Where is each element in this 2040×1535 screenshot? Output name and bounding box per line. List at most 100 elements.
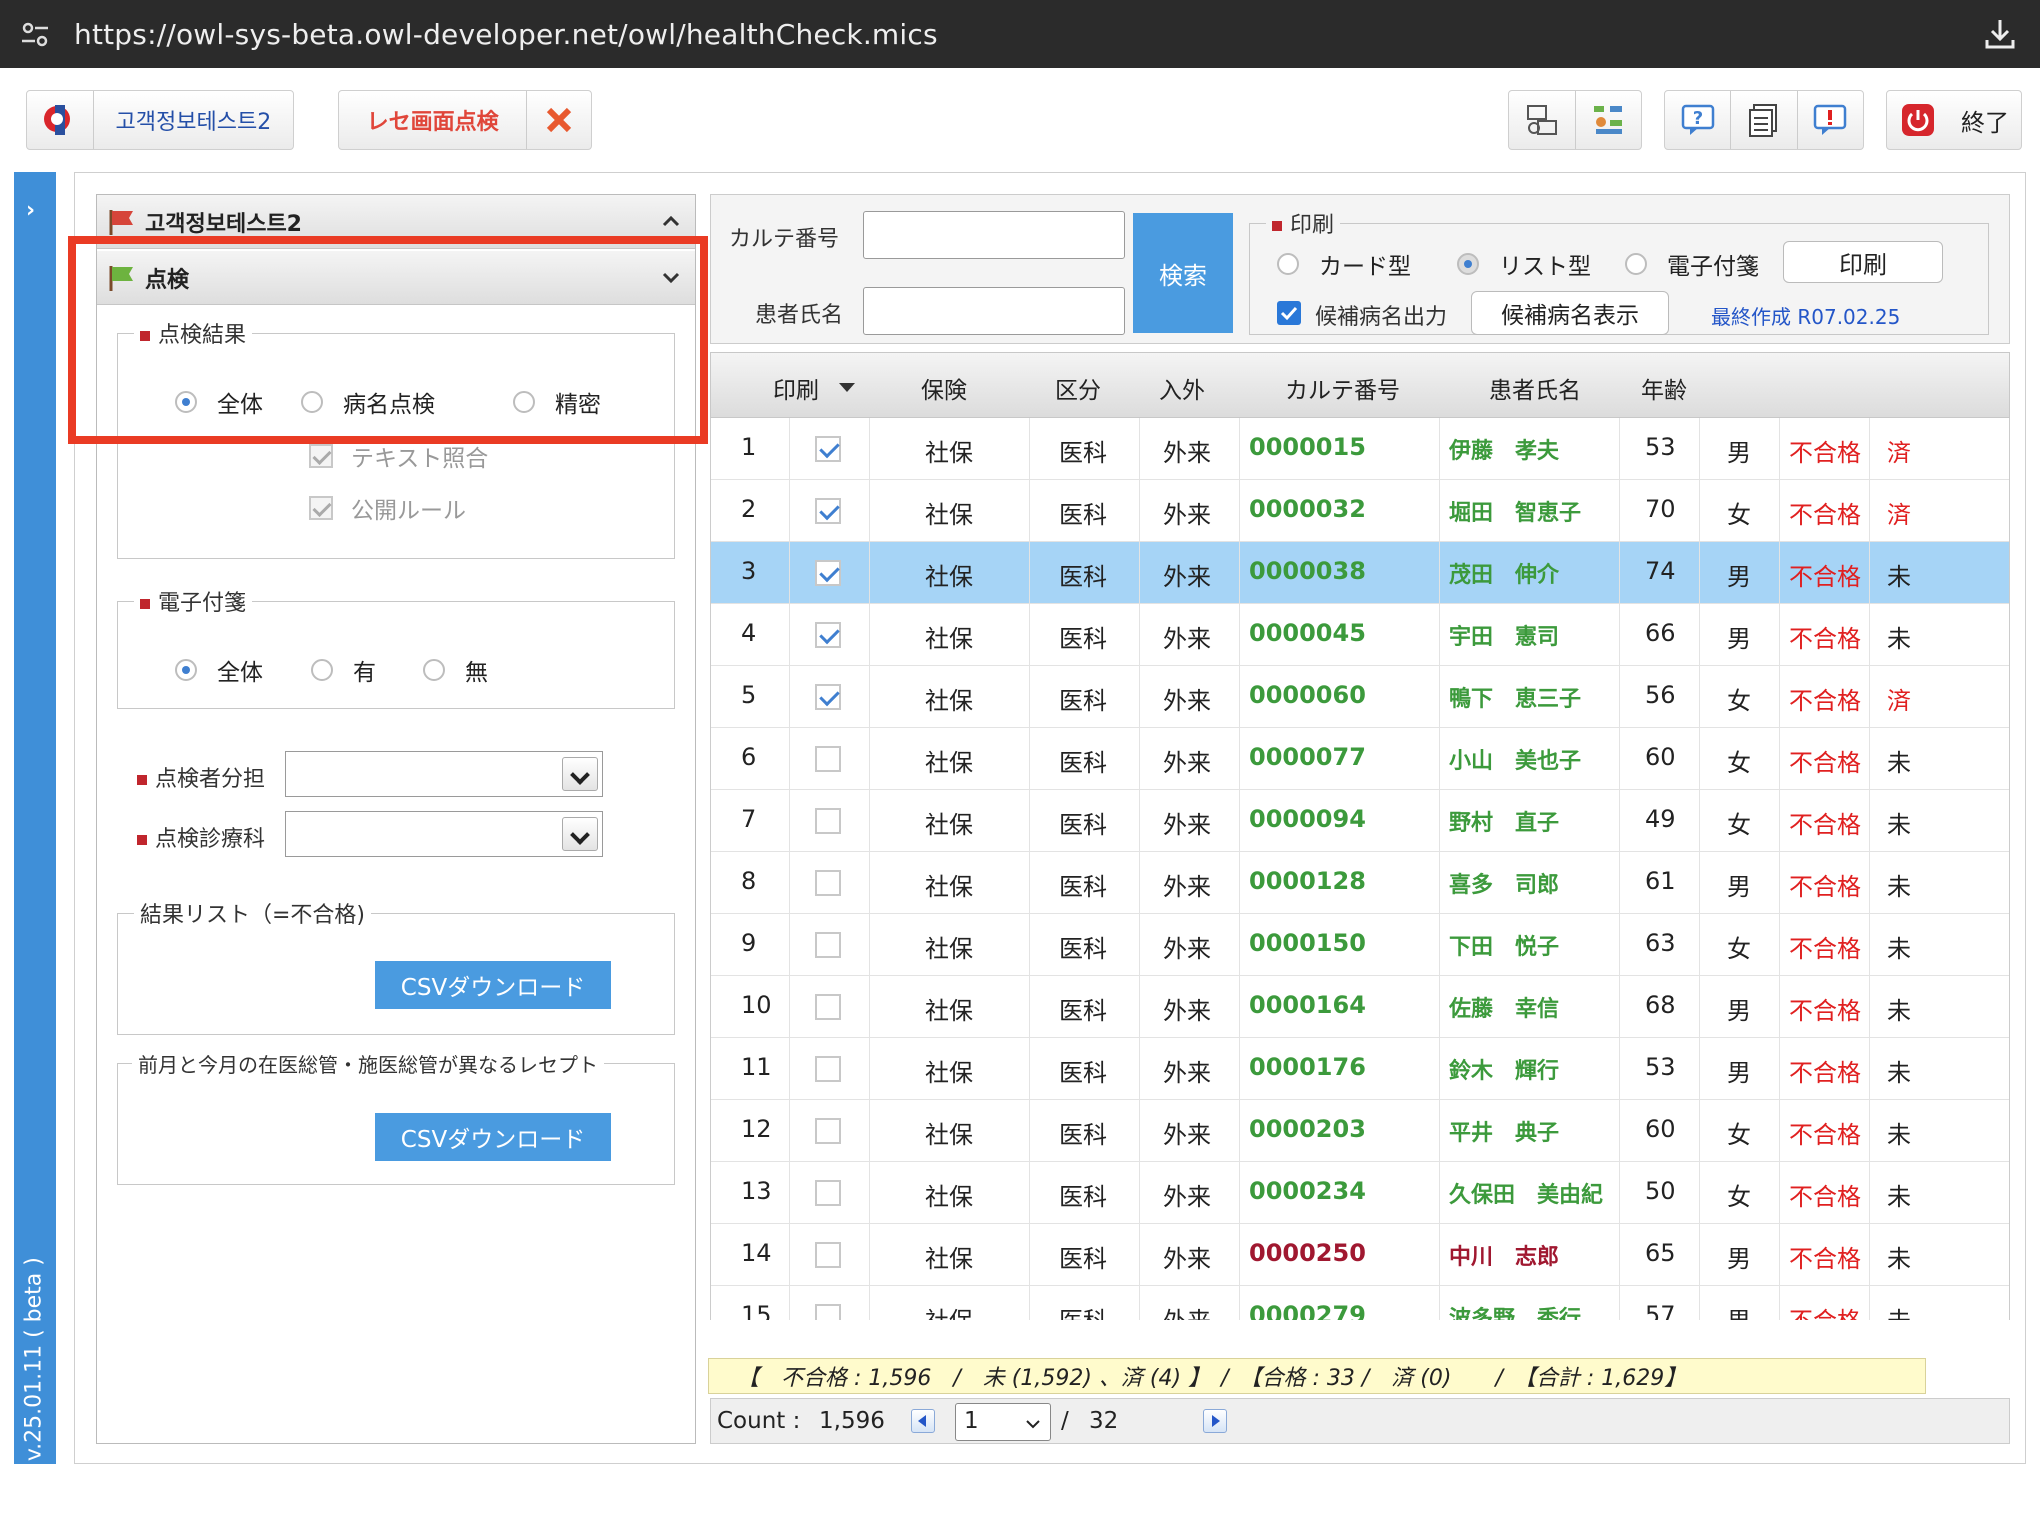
table-row[interactable]: 12 社保 医科 外来 0000203 平井 典子 60 女 不合格未 bbox=[711, 1100, 2009, 1162]
table-row[interactable]: 7 社保 医科 外来 0000094 野村 直子 49 女 不合格未 bbox=[711, 790, 2009, 852]
cell-chart-no[interactable]: 0000094 bbox=[1249, 805, 1366, 833]
table-row[interactable]: 4 社保 医科 外来 0000045 宇田 憲司 66 男 不合格未 bbox=[711, 604, 2009, 666]
cell-patient-name[interactable]: 下田 悦子 bbox=[1449, 929, 1559, 961]
print-radio-list[interactable]: リスト型 bbox=[1457, 247, 1591, 281]
print-row-checkbox[interactable] bbox=[815, 622, 841, 648]
cell-chart-no[interactable]: 0000077 bbox=[1249, 743, 1366, 771]
print-row-checkbox[interactable] bbox=[815, 746, 841, 772]
print-row-checkbox[interactable] bbox=[815, 560, 841, 586]
chevron-up-icon[interactable] bbox=[659, 209, 683, 233]
exit-button[interactable]: 終了 bbox=[1886, 90, 2022, 150]
tool-tab[interactable]: レセ画面点検 bbox=[338, 90, 592, 150]
sticky-radio-all[interactable]: 全体 bbox=[175, 653, 263, 687]
print-row-checkbox[interactable] bbox=[815, 932, 841, 958]
cell-patient-name[interactable]: 波多野 秀行 bbox=[1449, 1301, 1581, 1320]
print-row-checkbox[interactable] bbox=[815, 808, 841, 834]
patient-name-input[interactable] bbox=[863, 287, 1125, 335]
cell-chart-no[interactable]: 0000045 bbox=[1249, 619, 1366, 647]
col-print[interactable]: 印刷 bbox=[773, 371, 819, 405]
table-row[interactable]: 11 社保 医科 外来 0000176 鈴木 輝行 53 男 不合格未 bbox=[711, 1038, 2009, 1100]
alert-icon[interactable] bbox=[1798, 91, 1863, 149]
cell-patient-name[interactable]: 喜多 司郎 bbox=[1449, 867, 1559, 899]
sort-down-icon[interactable] bbox=[839, 383, 855, 392]
cell-patient-name[interactable]: 堀田 智恵子 bbox=[1449, 495, 1581, 527]
print-radio-sticky[interactable]: 電子付箋 bbox=[1625, 247, 1759, 281]
table-row[interactable]: 13 社保 医科 外来 0000234 久保田 美由紀 50 女 不合格未 bbox=[711, 1162, 2009, 1224]
cell-patient-name[interactable]: 鴨下 恵三子 bbox=[1449, 681, 1581, 713]
cell-patient-name[interactable]: 野村 直子 bbox=[1449, 805, 1559, 837]
print-row-checkbox[interactable] bbox=[815, 1242, 841, 1268]
page-select[interactable]: 1 bbox=[955, 1403, 1051, 1441]
print-row-checkbox[interactable] bbox=[815, 1180, 841, 1206]
network-icon[interactable] bbox=[1509, 91, 1575, 149]
table-row[interactable]: 8 社保 医科 外来 0000128 喜多 司郎 61 男 不合格未 bbox=[711, 852, 2009, 914]
print-row-checkbox[interactable] bbox=[815, 870, 841, 896]
dept-select[interactable] bbox=[285, 811, 603, 857]
csv-download-button[interactable]: CSVダウンロード bbox=[375, 961, 611, 1009]
table-row[interactable]: 5 社保 医科 外来 0000060 鴨下 恵三子 56 女 不合格済 bbox=[711, 666, 2009, 728]
document-icon[interactable] bbox=[1731, 91, 1796, 149]
print-row-checkbox[interactable] bbox=[815, 436, 841, 462]
print-row-checkbox[interactable] bbox=[815, 498, 841, 524]
sticky-radio-no[interactable]: 無 bbox=[423, 653, 488, 687]
receipt-csv-download-button[interactable]: CSVダウンロード bbox=[375, 1113, 611, 1161]
table-row[interactable]: 2 社保 医科 外来 0000032 堀田 智恵子 70 女 不合格済 bbox=[711, 480, 2009, 542]
dropdown-arrow-icon[interactable] bbox=[562, 757, 598, 791]
print-row-checkbox[interactable] bbox=[815, 1056, 841, 1082]
users-icon[interactable] bbox=[1576, 91, 1642, 149]
url-text[interactable]: https://owl-sys-beta.owl-developer.net/o… bbox=[74, 18, 938, 51]
cell-chart-no[interactable]: 0000279 bbox=[1249, 1301, 1366, 1320]
client-button[interactable]: 고객정보테스트2 bbox=[26, 90, 294, 150]
collapsed-sidebar[interactable]: › RC-LS v.25.01.11 ( beta ) bbox=[14, 172, 56, 1532]
dropdown-arrow-icon[interactable] bbox=[562, 817, 598, 851]
table-row[interactable]: 14 社保 医科 外来 0000250 中川 志郎 65 男 不合格未 bbox=[711, 1224, 2009, 1286]
cell-chart-no[interactable]: 0000060 bbox=[1249, 681, 1366, 709]
table-row[interactable]: 6 社保 医科 外来 0000077 小山 美也子 60 女 不合格未 bbox=[711, 728, 2009, 790]
cell-patient-name[interactable]: 小山 美也子 bbox=[1449, 743, 1581, 775]
print-row-checkbox[interactable] bbox=[815, 1304, 841, 1320]
cell-patient-name[interactable]: 久保田 美由紀 bbox=[1449, 1177, 1603, 1209]
chart-no-input[interactable] bbox=[863, 211, 1125, 259]
cell-patient-name[interactable]: 鈴木 輝行 bbox=[1449, 1053, 1559, 1085]
cell-chart-no[interactable]: 0000150 bbox=[1249, 929, 1366, 957]
print-row-checkbox[interactable] bbox=[815, 994, 841, 1020]
print-radio-card[interactable]: カード型 bbox=[1277, 247, 1411, 281]
table-row[interactable]: 3 社保 医科 外来 0000038 茂田 伸介 74 男 不合格未 bbox=[711, 542, 2009, 604]
cell-chart-no[interactable]: 0000250 bbox=[1249, 1239, 1366, 1267]
help-icon[interactable]: ? bbox=[1665, 91, 1730, 149]
cell-chart-no[interactable]: 0000015 bbox=[1249, 433, 1366, 461]
public-rule-checkbox[interactable]: 公開ルール bbox=[309, 491, 466, 525]
cell-chart-no[interactable]: 0000128 bbox=[1249, 867, 1366, 895]
cell-chart-no[interactable]: 0000038 bbox=[1249, 557, 1366, 585]
cell-chart-no[interactable]: 0000164 bbox=[1249, 991, 1366, 1019]
next-page-icon[interactable] bbox=[1203, 1409, 1227, 1433]
close-icon[interactable] bbox=[527, 91, 591, 149]
print-row-checkbox[interactable] bbox=[815, 684, 841, 710]
print-row-checkbox[interactable] bbox=[815, 1118, 841, 1144]
site-settings-icon[interactable] bbox=[18, 17, 52, 51]
table-row[interactable]: 15 社保 医科 外来 0000279 波多野 秀行 57 男 不合格 未 bbox=[711, 1286, 2009, 1320]
table-row[interactable]: 1 社保 医科 外来 0000015 伊藤 孝夫 53 男 不合格済 bbox=[711, 418, 2009, 480]
candidate-checkbox[interactable] bbox=[1277, 301, 1301, 325]
cell-chart-no[interactable]: 0000203 bbox=[1249, 1115, 1366, 1143]
expand-arrow-icon[interactable]: › bbox=[26, 198, 35, 223]
inspector-select[interactable] bbox=[285, 751, 603, 797]
cell-chart-no[interactable]: 0000234 bbox=[1249, 1177, 1366, 1205]
table-row[interactable]: 10 社保 医科 外来 0000164 佐藤 幸信 68 男 不合格未 bbox=[711, 976, 2009, 1038]
cell-chart-no[interactable]: 0000176 bbox=[1249, 1053, 1366, 1081]
print-button[interactable]: 印刷 bbox=[1783, 241, 1943, 283]
cell-patient-name[interactable]: 伊藤 孝夫 bbox=[1449, 433, 1559, 465]
text-match-checkbox[interactable]: テキスト照合 bbox=[309, 439, 488, 473]
cell-patient-name[interactable]: 平井 典子 bbox=[1449, 1115, 1559, 1147]
prev-page-icon[interactable] bbox=[911, 1409, 935, 1433]
cell-patient-name[interactable]: 中川 志郎 bbox=[1449, 1239, 1559, 1271]
sticky-radio-yes[interactable]: 有 bbox=[311, 653, 376, 687]
download-icon[interactable] bbox=[1982, 16, 2018, 52]
candidate-display-button[interactable]: 候補病名表示 bbox=[1471, 291, 1669, 335]
cell-patient-name[interactable]: 佐藤 幸信 bbox=[1449, 991, 1559, 1023]
table-row[interactable]: 9 社保 医科 外来 0000150 下田 悦子 63 女 不合格未 bbox=[711, 914, 2009, 976]
cell-chart-no[interactable]: 0000032 bbox=[1249, 495, 1366, 523]
cell-patient-name[interactable]: 宇田 憲司 bbox=[1449, 619, 1559, 651]
cell-patient-name[interactable]: 茂田 伸介 bbox=[1449, 557, 1559, 589]
search-button[interactable]: 検索 bbox=[1133, 213, 1233, 333]
